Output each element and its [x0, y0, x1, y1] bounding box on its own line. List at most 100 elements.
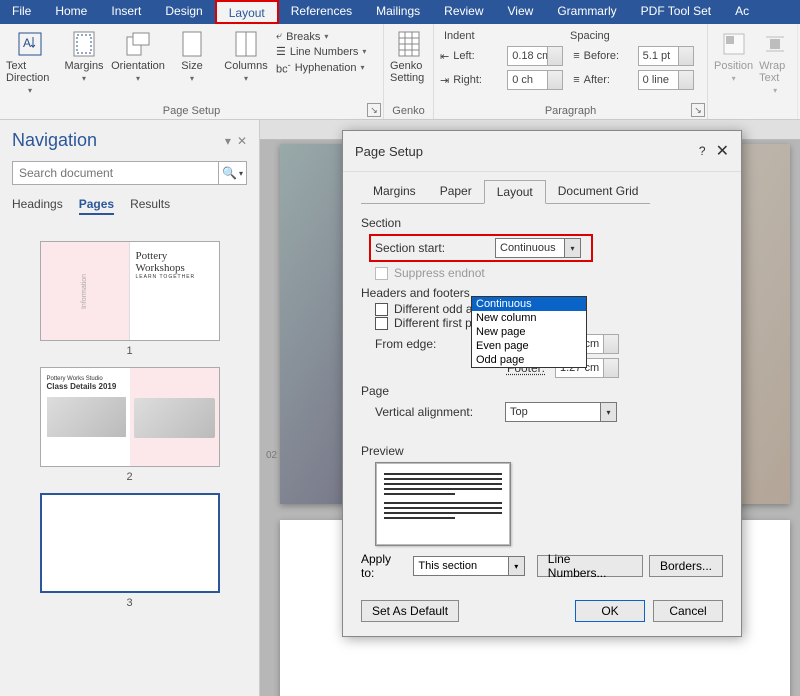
option-odd-page[interactable]: Odd page [472, 353, 586, 367]
position-button[interactable]: Position▾ [714, 30, 753, 83]
wrap-text-icon [761, 30, 789, 58]
tab-home[interactable]: Home [43, 0, 99, 24]
apply-to-dropdown[interactable]: This section▾ [413, 556, 524, 576]
diff-first-page-checkbox[interactable] [375, 317, 388, 330]
size-button[interactable]: Size ▾ [168, 30, 216, 83]
tab-mailings[interactable]: Mailings [364, 0, 432, 24]
cancel-button[interactable]: Cancel [653, 600, 723, 622]
size-label: Size [181, 60, 202, 72]
page-mark: 02 [266, 450, 277, 461]
page-group-label: Page [361, 384, 723, 398]
diff-odd-even-checkbox[interactable] [375, 303, 388, 316]
nav-tab-pages[interactable]: Pages [79, 197, 114, 215]
preview-box [375, 462, 511, 546]
svg-text:A: A [23, 36, 31, 50]
tab-grammarly[interactable]: Grammarly [545, 0, 628, 24]
search-input[interactable] [13, 162, 218, 184]
columns-icon [232, 30, 260, 58]
page-setup-dialog: Page Setup ? ✕ Margins Paper Layout Docu… [342, 130, 742, 637]
dialog-title: Page Setup [355, 144, 699, 159]
genko-label: Genko Setting [390, 60, 427, 84]
nav-close-icon[interactable]: ✕ [237, 134, 247, 148]
tab-insert[interactable]: Insert [99, 0, 153, 24]
caret-icon: ▾ [82, 74, 86, 83]
page-thumbnail-1[interactable]: Information Pottery WorkshopsLEARN TOGET… [40, 241, 220, 341]
dialog-tab-layout[interactable]: Layout [484, 180, 546, 204]
navigation-pane: Navigation ▾✕ 🔍▾ Headings Pages Results … [0, 120, 260, 696]
page-setup-group-label: Page Setup [0, 105, 383, 117]
text-direction-label: Text Direction [6, 60, 54, 84]
indent-left-input[interactable]: 0.18 cm [507, 46, 563, 66]
spacing-after-icon: ≡ [573, 74, 579, 86]
page-number-3: 3 [12, 597, 247, 609]
text-direction-button[interactable]: A Text Direction ▾ [6, 30, 54, 95]
genko-group-label: Genko [384, 105, 433, 117]
diff-odd-even-label: Different odd an [394, 302, 479, 316]
spacing-before-input[interactable]: 5.1 pt [638, 46, 694, 66]
caret-icon: ▾ [136, 74, 140, 83]
wrap-text-button[interactable]: Wrap Text▾ [759, 30, 791, 95]
size-icon [178, 30, 206, 58]
margins-button[interactable]: Margins ▾ [60, 30, 108, 83]
section-group-label: Section [361, 216, 723, 230]
tab-layout[interactable]: Layout [215, 0, 279, 24]
nav-dropdown-icon[interactable]: ▾ [225, 134, 231, 148]
breaks-button[interactable]: ⤶Breaks▾ [276, 30, 366, 43]
ok-button[interactable]: OK [575, 600, 645, 622]
tab-review[interactable]: Review [432, 0, 495, 24]
tab-view[interactable]: View [496, 0, 546, 24]
tab-file[interactable]: File [0, 0, 43, 24]
spacing-label: Spacing [570, 30, 610, 42]
orientation-button[interactable]: Orientation ▾ [114, 30, 162, 83]
breaks-icon: ⤶ [276, 30, 282, 43]
text-direction-icon: A [16, 30, 44, 58]
nav-tab-headings[interactable]: Headings [12, 197, 63, 215]
paragraph-group-label: Paragraph [434, 105, 707, 117]
chevron-down-icon: ▾ [508, 557, 524, 575]
genko-icon [395, 30, 423, 58]
dialog-tab-document-grid[interactable]: Document Grid [546, 180, 651, 204]
preview-label: Preview [361, 444, 723, 458]
set-as-default-button[interactable]: Set As Default [361, 600, 459, 622]
tab-design[interactable]: Design [153, 0, 214, 24]
section-start-options: Continuous New column New page Even page… [471, 296, 587, 368]
vertical-alignment-dropdown[interactable]: Top▾ [505, 402, 617, 422]
spacing-after-input[interactable]: 0 line [638, 70, 694, 90]
dialog-close-icon[interactable]: ✕ [716, 141, 729, 161]
search-button[interactable]: 🔍▾ [218, 162, 246, 184]
option-even-page[interactable]: Even page [472, 339, 586, 353]
tab-pdftoolset[interactable]: PDF Tool Set [629, 0, 723, 24]
position-icon [720, 30, 748, 58]
indent-right-input[interactable]: 0 ch [507, 70, 563, 90]
line-numbers-button[interactable]: ☰Line Numbers▾ [276, 45, 366, 58]
line-numbers-button[interactable]: Line Numbers... [537, 555, 643, 577]
page-setup-dialog-launcher[interactable]: ↘ [367, 103, 381, 117]
ribbon: A Text Direction ▾ Margins ▾ Orientation… [0, 24, 800, 120]
paragraph-dialog-launcher[interactable]: ↘ [691, 103, 705, 117]
option-new-page[interactable]: New page [472, 325, 586, 339]
dialog-tab-paper[interactable]: Paper [428, 180, 484, 204]
genko-setting-button[interactable]: Genko Setting [390, 30, 427, 84]
page-number-1: 1 [12, 345, 247, 357]
option-new-column[interactable]: New column [472, 311, 586, 325]
nav-tab-results[interactable]: Results [130, 197, 170, 215]
indent-label: Indent [440, 30, 570, 42]
page-thumbnail-3[interactable] [40, 493, 220, 593]
indent-right-icon: ⇥ [440, 74, 449, 87]
caret-icon: ▾ [190, 74, 194, 83]
page-thumbnail-2[interactable]: Pottery Works StudioClass Details 2019 [40, 367, 220, 467]
columns-button[interactable]: Columns ▾ [222, 30, 270, 83]
hyphenation-icon: bc- [276, 60, 291, 76]
caret-icon: ▾ [28, 86, 32, 95]
hyphenation-button[interactable]: bc-Hyphenation▾ [276, 60, 366, 76]
dialog-help-icon[interactable]: ? [699, 144, 706, 158]
option-continuous[interactable]: Continuous [472, 297, 586, 311]
tab-references[interactable]: References [279, 0, 364, 24]
suppress-endnotes-checkbox[interactable] [375, 267, 388, 280]
from-edge-label: From edge: [375, 337, 485, 351]
tab-acrobat-partial[interactable]: Ac [723, 0, 761, 24]
borders-button[interactable]: Borders... [649, 555, 723, 577]
dialog-tab-margins[interactable]: Margins [361, 180, 428, 204]
caret-icon: ▾ [244, 74, 248, 83]
section-start-dropdown[interactable]: Continuous▾ [495, 238, 581, 258]
